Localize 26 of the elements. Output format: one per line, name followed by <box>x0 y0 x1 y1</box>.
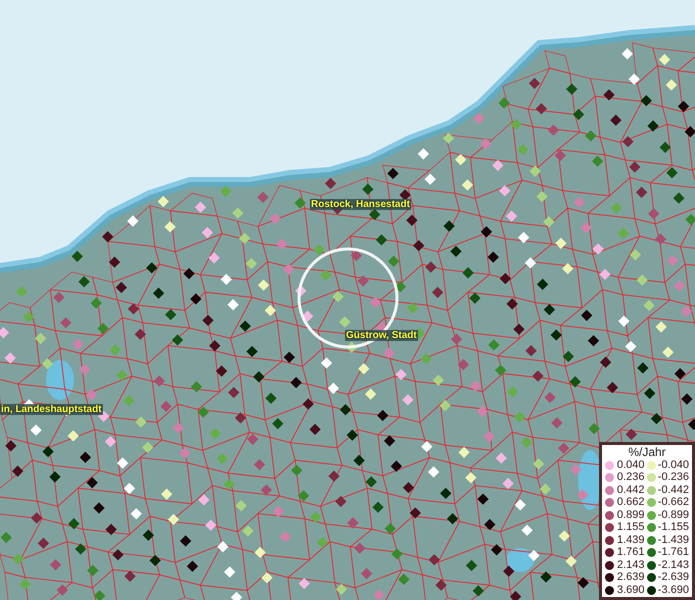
legend-value: 1.439 <box>617 534 646 546</box>
legend-value: -0.040 <box>658 460 689 471</box>
legend-value: -0.662 <box>658 497 689 508</box>
legend-value: -0.236 <box>658 472 689 484</box>
place-label: Güstrow, Stadt <box>345 330 418 341</box>
legend-value: -3.690 <box>658 584 689 596</box>
legend-value: -1.155 <box>658 522 689 534</box>
legend-value: 1.155 <box>617 522 646 534</box>
place-label: in, Landeshauptstadt <box>0 404 103 415</box>
legend-value: 0.899 <box>617 510 646 521</box>
place-label: Rostock, Hansestadt <box>310 199 411 210</box>
legend-value: 0.662 <box>617 497 646 508</box>
legend-value: -1.761 <box>658 547 689 558</box>
legend-value: 2.143 <box>617 560 646 571</box>
legend-title: %/Jahr <box>627 446 667 459</box>
legend-value: 1.761 <box>617 547 646 558</box>
legend-value: -2.143 <box>658 560 689 571</box>
legend-value: 0.442 <box>617 484 646 496</box>
legend-value: 3.690 <box>617 584 646 596</box>
legend-value: -1.439 <box>658 534 689 546</box>
legend-value: -0.442 <box>658 484 689 496</box>
legend-value: 2.639 <box>617 572 646 584</box>
legend-value: 0.236 <box>617 472 646 484</box>
legend-value: -2.639 <box>658 572 689 584</box>
legend-value: 0.040 <box>617 460 646 471</box>
legend-value: -0.899 <box>658 510 689 521</box>
